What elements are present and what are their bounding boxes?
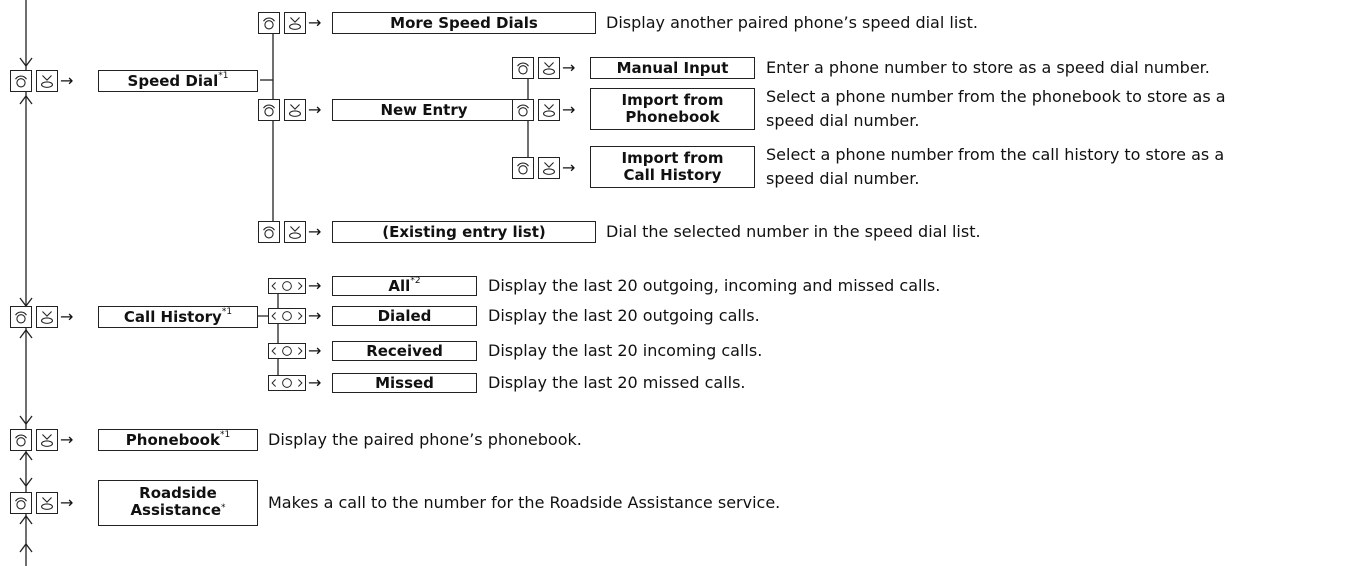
slide-icon (268, 308, 306, 324)
missed-desc: Display the last 20 missed calls. (488, 373, 746, 392)
rotate-icon (258, 99, 280, 121)
rotate-icon (512, 57, 534, 79)
rotate-icon (10, 70, 32, 92)
arrow-icon: → (60, 430, 74, 449)
phonebook-box[interactable]: Phonebook *1 (98, 429, 258, 451)
received-box[interactable]: Received (332, 341, 477, 361)
phonebook-footnote: *1 (219, 429, 231, 440)
rotate-icon (10, 429, 32, 451)
all-desc: Display the last 20 outgoing, incoming a… (488, 276, 941, 295)
slide-icon (268, 343, 306, 359)
import-phonebook-label-1: Import from (621, 91, 724, 109)
speed-dial-label: Speed Dial (127, 71, 219, 90)
slide-icon (268, 278, 306, 294)
arrow-icon: → (562, 58, 576, 77)
arrow-icon: → (308, 276, 322, 295)
dialed-desc: Display the last 20 outgoing calls. (488, 306, 760, 325)
phonebook-label: Phonebook (125, 430, 220, 449)
roadside-desc: Makes a call to the number for the Roads… (268, 493, 781, 512)
import-call-history-label-1: Import from (621, 149, 724, 167)
roadside-label-1: Roadside (139, 483, 217, 502)
import-call-history-label-2: Call History (623, 166, 722, 184)
press-icon (538, 99, 560, 121)
press-icon (284, 221, 306, 243)
rotate-icon (10, 306, 32, 328)
press-icon (36, 492, 58, 514)
arrow-icon: → (562, 158, 576, 177)
received-desc: Display the last 20 incoming calls. (488, 341, 763, 360)
more-speed-dials-label: More Speed Dials (390, 13, 538, 32)
dialed-label: Dialed (377, 306, 432, 325)
missed-box[interactable]: Missed (332, 373, 477, 393)
arrow-icon: → (308, 341, 322, 360)
received-label: Received (366, 341, 443, 360)
rotate-icon (258, 221, 280, 243)
press-icon (284, 12, 306, 34)
all-footnote: *2 (410, 275, 421, 286)
all-label: All (388, 276, 411, 295)
import-phonebook-label-2: Phonebook (625, 108, 720, 126)
press-icon (36, 70, 58, 92)
arrow-icon: → (60, 493, 74, 512)
dialed-box[interactable]: Dialed (332, 306, 477, 326)
more-speed-dials-desc: Display another paired phone’s speed dia… (606, 13, 978, 32)
import-call-history-desc-1: Select a phone number from the call hist… (766, 145, 1225, 164)
roadside-box[interactable]: Roadside Assistance* (98, 480, 258, 526)
call-history-label: Call History (123, 307, 222, 326)
call-history-box[interactable]: Call History *1 (98, 306, 258, 328)
rotate-icon (512, 157, 534, 179)
arrow-icon: → (308, 100, 322, 119)
roadside-footnote: * (221, 502, 226, 513)
arrow-icon: → (60, 307, 74, 326)
import-phonebook-desc-2: speed dial number. (766, 111, 920, 130)
arrow-icon: → (308, 13, 322, 32)
rotate-icon (512, 99, 534, 121)
phonebook-desc: Display the paired phone’s phonebook. (268, 430, 582, 449)
import-call-history-box[interactable]: Import from Call History (590, 146, 755, 188)
import-phonebook-desc-1: Select a phone number from the phonebook… (766, 87, 1226, 106)
more-speed-dials-box[interactable]: More Speed Dials (332, 12, 596, 34)
manual-input-label: Manual Input (616, 58, 729, 77)
existing-entry-box[interactable]: (Existing entry list) (332, 221, 596, 243)
existing-entry-label: (Existing entry list) (382, 222, 546, 241)
missed-label: Missed (375, 373, 434, 392)
arrow-icon: → (562, 100, 576, 119)
press-icon (36, 429, 58, 451)
rotate-icon (10, 492, 32, 514)
press-icon (538, 57, 560, 79)
existing-entry-desc: Dial the selected number in the speed di… (606, 222, 981, 241)
slide-icon (268, 375, 306, 391)
import-phonebook-box[interactable]: Import from Phonebook (590, 88, 755, 130)
all-box[interactable]: All *2 (332, 276, 477, 296)
roadside-label-2: Assistance (130, 500, 222, 519)
arrow-icon: → (60, 71, 74, 90)
speed-dial-box[interactable]: Speed Dial *1 (98, 70, 258, 92)
manual-input-box[interactable]: Manual Input (590, 57, 755, 79)
arrow-icon: → (308, 373, 322, 392)
speed-dial-footnote: *1 (218, 70, 229, 81)
press-icon (284, 99, 306, 121)
call-history-footnote: *1 (221, 306, 233, 317)
import-call-history-desc-2: speed dial number. (766, 169, 920, 188)
new-entry-label: New Entry (380, 100, 468, 119)
press-icon (538, 157, 560, 179)
arrow-icon: → (308, 222, 322, 241)
rotate-icon (258, 12, 280, 34)
manual-input-desc: Enter a phone number to store as a speed… (766, 58, 1210, 77)
arrow-icon: → (308, 306, 322, 325)
press-icon (36, 306, 58, 328)
new-entry-box[interactable]: New Entry (332, 99, 516, 121)
